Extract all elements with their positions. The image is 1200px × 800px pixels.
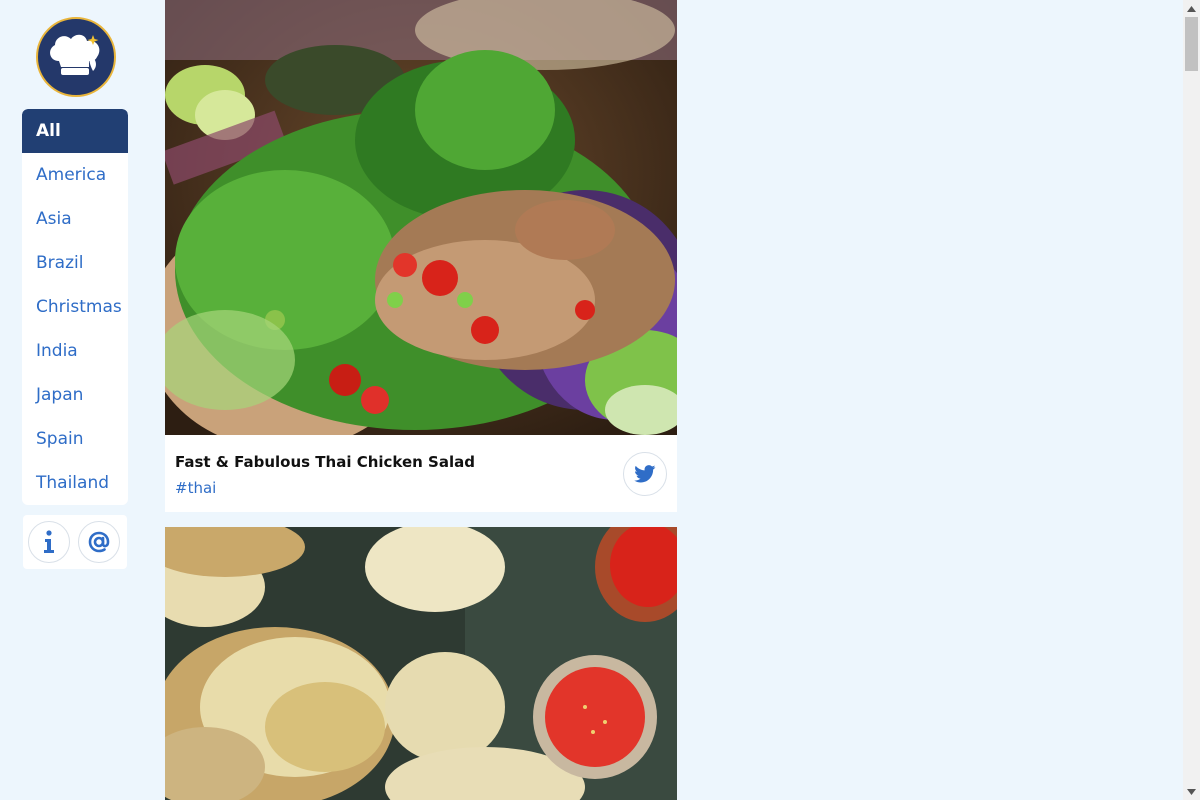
nav-item-thailand[interactable]: Thailand: [22, 461, 128, 505]
category-nav: All America Asia Brazil Christmas India …: [22, 109, 128, 505]
nav-item-brazil[interactable]: Brazil: [22, 241, 128, 285]
recipe-tag[interactable]: #thai: [175, 479, 216, 497]
at-sign-icon: [88, 531, 110, 553]
dumplings-image: [165, 527, 677, 800]
thai-chicken-salad-photo[interactable]: [165, 0, 677, 435]
recipe-card: Fast & Fabulous Thai Chicken Salad #thai: [165, 0, 677, 512]
nav-item-america[interactable]: America: [22, 153, 128, 197]
card-footer: Fast & Fabulous Thai Chicken Salad #thai: [165, 435, 677, 512]
twitter-icon: [634, 465, 656, 483]
sidebar-action-box: [23, 515, 127, 569]
recipe-card: [165, 527, 677, 800]
chef-hat-logo[interactable]: [36, 17, 116, 97]
scroll-down-icon[interactable]: [1183, 783, 1200, 800]
scroll-up-icon[interactable]: [1183, 0, 1200, 17]
info-icon: [44, 530, 54, 553]
info-button[interactable]: [28, 521, 70, 563]
scroll-thumb[interactable]: [1185, 17, 1198, 71]
chef-hat-icon: [50, 34, 100, 75]
nav-item-spain[interactable]: Spain: [22, 417, 128, 461]
nav-item-all[interactable]: All: [22, 109, 128, 153]
nav-item-asia[interactable]: Asia: [22, 197, 128, 241]
nav-item-japan[interactable]: Japan: [22, 373, 128, 417]
contact-button[interactable]: [78, 521, 120, 563]
nav-item-india[interactable]: India: [22, 329, 128, 373]
salad-image: [165, 0, 677, 435]
twitter-share-button[interactable]: [623, 452, 667, 496]
nav-item-christmas[interactable]: Christmas: [22, 285, 128, 329]
recipe-title[interactable]: Fast & Fabulous Thai Chicken Salad: [175, 453, 475, 471]
dumplings-photo[interactable]: [165, 527, 677, 800]
page-scrollbar[interactable]: [1183, 0, 1200, 800]
